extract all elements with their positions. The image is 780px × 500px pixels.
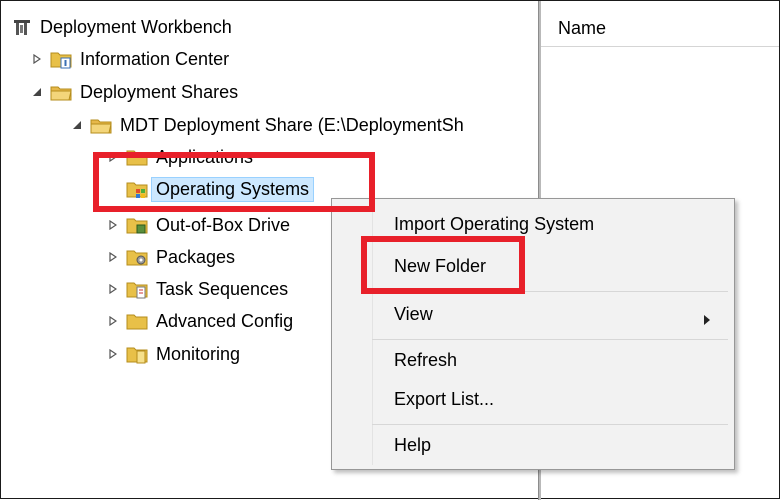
expand-arrow-icon[interactable]: [30, 52, 44, 66]
expand-arrow-icon[interactable]: [106, 347, 120, 361]
tree-item-label: Out-of-Box Drive: [156, 214, 291, 235]
menu-item-label: Help: [394, 435, 432, 455]
expand-arrow-icon[interactable]: [106, 218, 120, 232]
folder-info-icon: [50, 49, 72, 69]
folder-shares-icon: [50, 82, 72, 102]
tree-item-mdt-deployment-share[interactable]: MDT Deployment Share (E:\DeploymentSh: [70, 110, 464, 140]
tree-item-label: Monitoring: [156, 343, 241, 364]
folder-tasks-icon: [126, 279, 148, 299]
column-header-name[interactable]: Name: [541, 2, 779, 47]
collapse-arrow-icon[interactable]: [70, 118, 84, 132]
workbench-icon: [12, 17, 32, 37]
menu-item-label: Refresh: [394, 350, 458, 370]
column-header-label: Name: [558, 18, 607, 38]
menu-item-label: Export List...: [394, 389, 495, 409]
tree-item-label: Information Center: [80, 48, 230, 69]
menu-item-export-list[interactable]: Export List...: [332, 382, 732, 416]
mmc-window: Deployment Workbench Information Center: [0, 0, 780, 500]
highlight-box-operating-systems: [93, 152, 375, 212]
menu-item-help[interactable]: Help: [332, 428, 732, 462]
tree-item-monitoring[interactable]: Monitoring: [106, 339, 240, 369]
folder-packages-icon: [126, 247, 148, 267]
expand-arrow-icon[interactable]: [106, 250, 120, 264]
tree-item-packages[interactable]: Packages: [106, 242, 235, 272]
menu-separator: [372, 339, 728, 340]
menu-item-label: View: [394, 304, 433, 324]
folder-share-icon: [90, 115, 112, 135]
expand-arrow-icon[interactable]: [106, 282, 120, 296]
tree-item-label: Deployment Workbench: [40, 16, 232, 37]
collapse-arrow-icon[interactable]: [30, 85, 44, 99]
tree-item-label: Task Sequences: [156, 278, 289, 299]
tree-item-label: Deployment Shares: [80, 81, 239, 102]
folder-drivers-icon: [126, 215, 148, 235]
tree-item-out-of-box-drivers[interactable]: Out-of-Box Drive: [106, 210, 290, 240]
tree-item-label: Packages: [156, 246, 236, 267]
menu-item-view[interactable]: View: [332, 297, 732, 331]
folder-icon: [126, 311, 148, 331]
highlight-box-new-folder: [361, 236, 525, 294]
tree-item-deployment-shares[interactable]: Deployment Shares: [30, 77, 238, 107]
folder-monitor-icon: [126, 344, 148, 364]
submenu-arrow-icon: [704, 309, 710, 330]
menu-item-refresh[interactable]: Refresh: [332, 343, 732, 377]
menu-separator: [372, 424, 728, 425]
menu-item-label: Import Operating System: [394, 214, 595, 234]
tree-item-deployment-workbench[interactable]: Deployment Workbench: [12, 12, 232, 42]
tree-item-label: Advanced Config: [156, 310, 294, 331]
tree-item-advanced-configuration[interactable]: Advanced Config: [106, 306, 293, 336]
tree-item-label: MDT Deployment Share (E:\DeploymentSh: [120, 114, 464, 135]
tree-item-information-center[interactable]: Information Center: [30, 44, 229, 74]
tree-item-task-sequences[interactable]: Task Sequences: [106, 274, 288, 304]
expand-arrow-icon[interactable]: [106, 314, 120, 328]
